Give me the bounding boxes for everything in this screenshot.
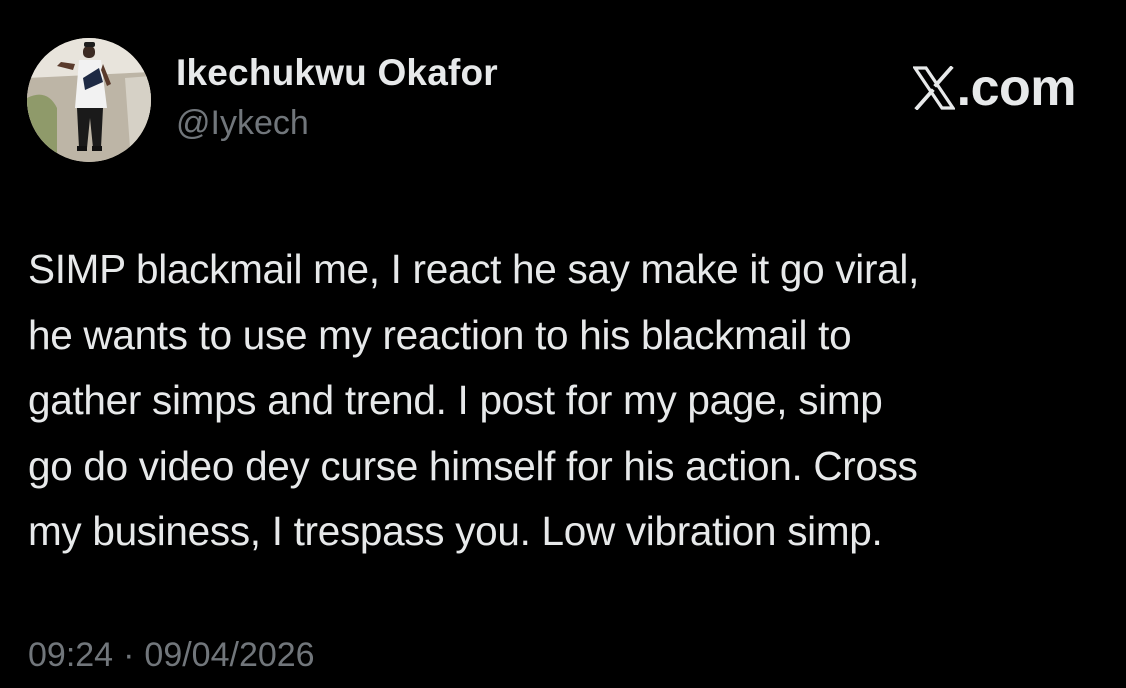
tweet-line: gather simps and trend. I post for my pa… <box>28 377 883 423</box>
tweet-time[interactable]: 09:24 <box>28 636 113 675</box>
timestamp-separator: · <box>123 636 135 674</box>
author-handle[interactable]: @Iykech <box>176 104 309 143</box>
avatar-photo <box>27 38 151 162</box>
tweet-line: my business, I trespass you. Low vibrati… <box>28 508 883 554</box>
tweet-line: SIMP blackmail me, I react he say make i… <box>28 246 920 292</box>
brand-label: .com <box>956 59 1077 117</box>
tweet-line: go do video dey curse himself for his ac… <box>28 442 918 489</box>
x-logo-icon <box>912 66 955 110</box>
tweet-line: he wants to use my reaction to his black… <box>28 311 852 358</box>
avatar[interactable] <box>27 38 151 162</box>
tweet-date[interactable]: 09/04/2026 <box>144 636 314 675</box>
tweet-timestamp: 09:24 · 09/04/2026 <box>28 636 315 675</box>
tweet-card: Ikechukwu Okafor @Iykech .com SIMP black… <box>0 0 1126 688</box>
brand-watermark: .com <box>912 58 1077 118</box>
author-display-name[interactable]: Ikechukwu Okafor <box>176 52 498 94</box>
tweet-text: SIMP blackmail me, I react he say make i… <box>28 237 1108 565</box>
